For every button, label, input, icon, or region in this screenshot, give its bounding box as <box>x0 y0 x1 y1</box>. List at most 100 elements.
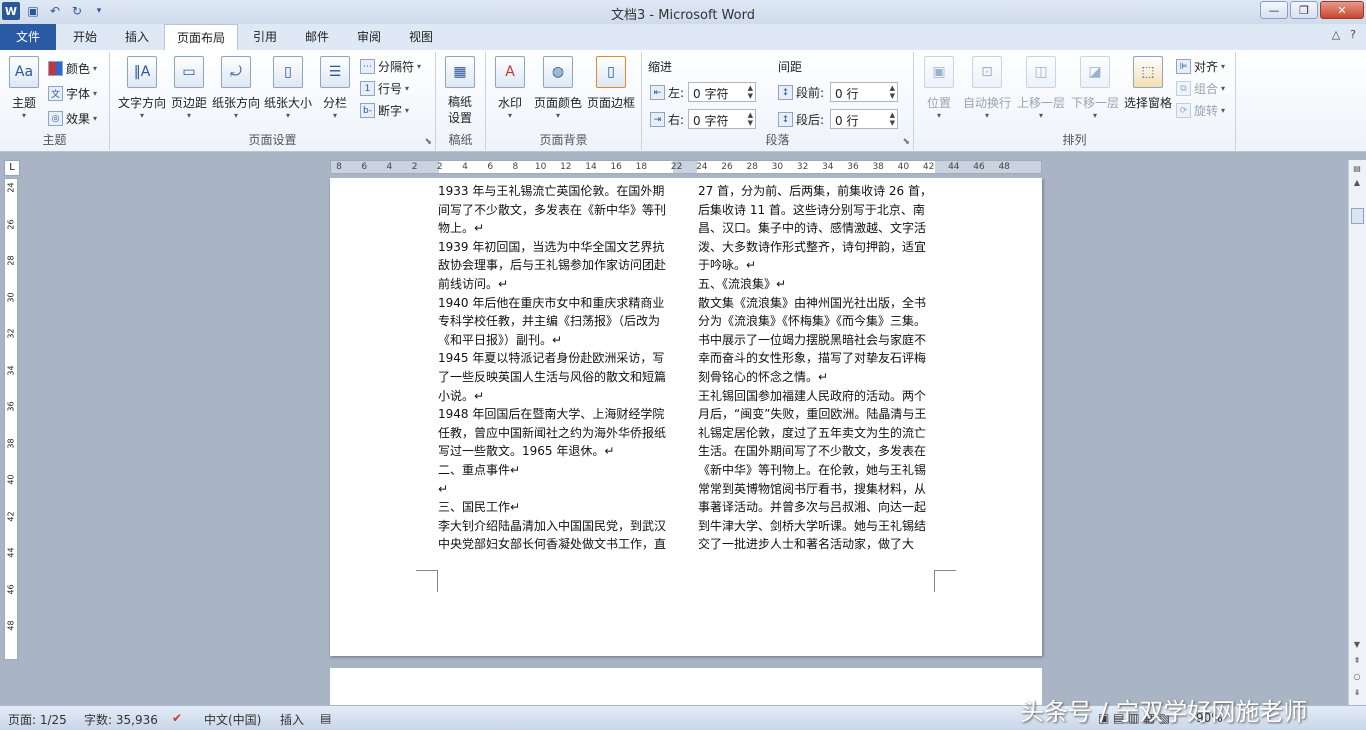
ruler-tick-label: 44 <box>948 162 960 172</box>
help-icon[interactable]: ? <box>1350 28 1356 41</box>
language[interactable]: 中文(中国) <box>204 711 261 728</box>
paragraph[interactable]: 1933 年与王礼锡流亡英国伦敦。在国外期间写了不少散文，多发表在《新中华》等刊… <box>438 182 676 238</box>
ruler-tick-label: 22 <box>670 162 683 172</box>
tab-view[interactable]: 视图 <box>396 24 446 50</box>
themes-button[interactable]: Aa 主题 ▾ <box>0 56 48 120</box>
send-backward-button[interactable]: ◪ 下移一层 ▾ <box>1068 56 1122 120</box>
bring-forward-button[interactable]: ◫ 上移一层 ▾ <box>1014 56 1068 120</box>
theme-effects-button[interactable]: ◎ 效果 ▾ <box>48 110 97 127</box>
scroll-down-icon[interactable]: ▼ <box>1349 640 1365 654</box>
paragraph[interactable]: 1945 年夏以特派记者身份赴欧洲采访，写了一些反映英国人生活与风俗的散文和短篇… <box>438 349 676 405</box>
text-direction-button[interactable]: ‖A 文字方向 ▾ <box>114 56 170 120</box>
spacing-after-input[interactable]: 0 行 ▲ ▼ <box>830 109 898 129</box>
ruler-tick-label: 42 <box>6 510 16 522</box>
spacing-before-input[interactable]: 0 行 ▲ ▼ <box>830 82 898 102</box>
paragraph[interactable]: 李大钊介绍陆晶清加入中国国民党，到武汉中央党部妇女部长何香凝处做文书工作，直 <box>438 517 676 554</box>
theme-colors-button[interactable]: 颜色 ▾ <box>48 60 97 77</box>
paragraph[interactable]: 王礼锡回国参加福建人民政府的活动。两个月后，“闽变”失败，重回欧洲。陆晶清与王礼… <box>698 387 936 554</box>
breaks-button[interactable]: ⋯ 分隔符 ▾ <box>360 58 421 75</box>
minimize-ribbon-icon[interactable]: △ <box>1332 28 1340 41</box>
columns-button[interactable]: ☰ 分栏 ▾ <box>314 56 356 120</box>
spinner-icon[interactable]: ▲ ▼ <box>748 111 753 127</box>
ruler-toggle-icon[interactable]: ▤ <box>1349 164 1365 178</box>
tab-file[interactable]: 文件 <box>0 24 56 50</box>
document-page[interactable]: 1933 年与王礼锡流亡英国伦敦。在国外期间写了不少散文，多发表在《新中华》等刊… <box>330 178 1042 656</box>
browse-object-icon[interactable]: ○ <box>1349 672 1365 686</box>
macro-record-icon[interactable]: ▤ <box>320 711 331 725</box>
paragraph[interactable]: 1940 年后他在重庆市女中和重庆求精商业专科学校任教，并主编《扫荡报》（后改为… <box>438 294 676 350</box>
paragraph[interactable]: 27 首，分为前、后两集，前集收诗 26 首，后集收诗 11 首。这些诗分别写于… <box>698 182 936 275</box>
rotate-button[interactable]: ⟳ 旋转 ▾ <box>1176 102 1225 119</box>
text-column-right[interactable]: 27 首，分为前、后两集，前集收诗 26 首，后集收诗 11 首。这些诗分别写于… <box>698 182 936 554</box>
chevron-down-icon: ▾ <box>21 111 26 120</box>
indent-right-input[interactable]: 0 字符 ▲ ▼ <box>688 109 756 129</box>
tab-references[interactable]: 引用 <box>240 24 290 50</box>
previous-page-icon[interactable]: ⇞ <box>1349 656 1365 670</box>
watermark-button[interactable]: A 水印 ▾ <box>488 56 532 120</box>
document-workspace[interactable]: 1933 年与王礼锡流亡英国伦敦。在国外期间写了不少散文，多发表在《新中华》等刊… <box>22 178 1348 705</box>
page-count[interactable]: 页面: 1/25 <box>8 711 67 728</box>
ruler-tick-label: 28 <box>746 162 758 172</box>
page-color-button[interactable]: ◍ 页面颜色 ▾ <box>532 56 584 120</box>
group-theme: Aa 主题 ▾ 颜色 ▾ 文字体 ▾ ◎ 效果 ▾ 主题 <box>0 52 110 150</box>
line-numbers-button[interactable]: 1 行号 ▾ <box>360 80 409 97</box>
spinner-icon[interactable]: ▲ ▼ <box>890 111 895 127</box>
page-borders-icon: ▯ <box>596 56 626 88</box>
heading-paragraph[interactable]: 五、《流浪集》↵ <box>698 275 936 294</box>
indent-left-input[interactable]: 0 字符 ▲ ▼ <box>688 82 756 102</box>
ruler-tick-label: 2 <box>436 162 443 172</box>
tab-selector-icon[interactable]: L <box>4 160 20 176</box>
group-paragraph: 缩进 间距 ⇤ 左: 0 字符 ▲ ▼ ⇥ 右: 0 字符 ▲ ▼ ↕ 段前: 0 行 ▲ ▼ ↕… <box>642 52 914 150</box>
spacing-heading: 间距 <box>778 60 803 74</box>
vertical-scrollbar[interactable]: ▤ ▲ ▼ ⇞ ○ ⇟ <box>1348 160 1366 705</box>
manuscript-settings-button[interactable]: ▦ 稿纸设置 <box>436 56 484 126</box>
ruler-tick-label: 18 <box>635 162 648 172</box>
minimize-button[interactable]: — <box>1260 1 1288 19</box>
align-button[interactable]: ⊫ 对齐 ▾ <box>1176 58 1225 75</box>
dialog-launcher-icon[interactable]: ⬊ <box>424 137 432 147</box>
maximize-button[interactable]: ❐ <box>1290 1 1318 19</box>
tab-home[interactable]: 开始 <box>58 24 112 50</box>
group-objects-button[interactable]: ⧉ 组合 ▾ <box>1176 80 1225 97</box>
scroll-up-icon[interactable]: ▲ <box>1349 178 1365 192</box>
horizontal-ruler[interactable]: 8 6 4 2 2 4 6 8 10 12 14 16 18 22 24 26 28 30 32 34 36 38 40 42… <box>330 160 1042 174</box>
wrap-text-button[interactable]: ⊡ 自动换行 ▾ <box>960 56 1014 120</box>
paragraph[interactable]: 散文集《流浪集》由神州国光社出版，全书分为《流浪集》《怀梅集》《而今集》三集。书… <box>698 294 936 387</box>
paragraph[interactable]: 1948 年回国后在暨南大学、上海财经学院任教，曾应中国新闻社之约为海外华侨报纸… <box>438 405 676 461</box>
ruler-tick-label: 26 <box>6 218 16 230</box>
next-page-icon[interactable]: ⇟ <box>1349 688 1365 702</box>
scroll-thumb[interactable] <box>1351 208 1364 224</box>
color-palette-icon <box>48 61 63 76</box>
ruler-tick-label: 30 <box>771 162 784 172</box>
tab-insert[interactable]: 插入 <box>112 24 162 50</box>
next-page[interactable] <box>330 668 1042 705</box>
word-count[interactable]: 字数: 35,936 <box>84 711 158 728</box>
theme-fonts-button[interactable]: 文字体 ▾ <box>48 85 97 102</box>
position-button[interactable]: ▣ 位置 ▾ <box>918 56 960 120</box>
spinner-icon[interactable]: ▲ ▼ <box>890 84 895 100</box>
insert-mode[interactable]: 插入 <box>280 711 304 728</box>
vertical-ruler[interactable]: 24 26 28 30 32 34 36 38 40 42 44 46 48 <box>4 178 18 660</box>
orientation-button[interactable]: ⤾ 纸张方向 ▾ <box>210 56 262 120</box>
margins-button[interactable]: ▭ 页边距 ▾ <box>168 56 210 120</box>
ruler-tick-label: 34 <box>822 162 834 172</box>
page-borders-button[interactable]: ▯ 页面边框 <box>584 56 638 111</box>
heading-paragraph[interactable]: 三、国民工作↵ <box>438 498 676 517</box>
page-size-icon: ▯ <box>273 56 303 88</box>
spinner-icon[interactable]: ▲ ▼ <box>748 84 753 100</box>
hyphenation-button[interactable]: b- 断字 ▾ <box>360 102 409 119</box>
close-button[interactable]: ✕ <box>1320 1 1364 19</box>
selection-pane-button[interactable]: ⬚ 选择窗格 <box>1120 56 1176 111</box>
proofing-icon[interactable]: ✔ <box>172 711 182 725</box>
dialog-launcher-icon[interactable]: ⬊ <box>902 137 910 147</box>
indent-left-icon: ⇤ <box>650 85 665 100</box>
paragraph[interactable]: 1939 年初回国，当选为中华全国文艺界抗敌协会理事，后与王礼锡参加作家访问团赴… <box>438 238 676 294</box>
heading-paragraph[interactable]: 二、重点事件↵ <box>438 461 676 480</box>
tab-mailings[interactable]: 邮件 <box>292 24 342 50</box>
empty-paragraph[interactable]: ↵ <box>438 480 676 499</box>
tab-review[interactable]: 审阅 <box>344 24 394 50</box>
columns-icon: ☰ <box>320 56 350 88</box>
text-column-left[interactable]: 1933 年与王礼锡流亡英国伦敦。在国外期间写了不少散文，多发表在《新中华》等刊… <box>438 182 676 554</box>
tab-page-layout[interactable]: 页面布局 <box>164 24 238 50</box>
size-button[interactable]: ▯ 纸张大小 ▾ <box>262 56 314 120</box>
